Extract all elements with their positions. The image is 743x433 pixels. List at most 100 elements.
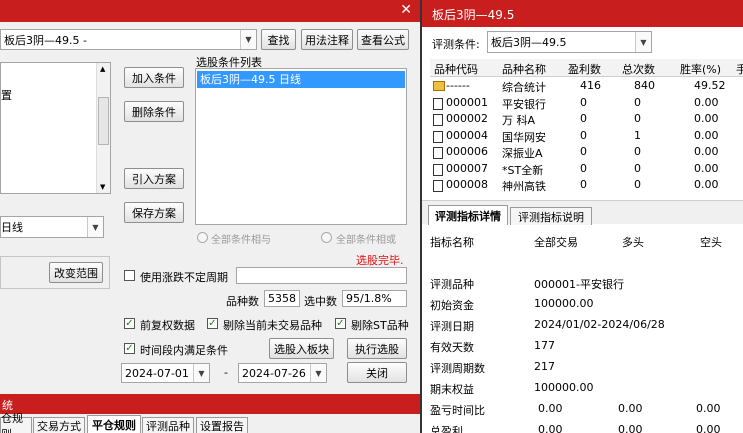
tab-report-settings[interactable]: 设置报告 — [196, 417, 248, 433]
row-name: 深振业A — [502, 147, 543, 160]
table-row[interactable]: 000001 平安银行 0 0 0.00 — [430, 96, 743, 114]
find-button[interactable]: 查找 — [261, 29, 296, 50]
stock-count-label: 品种数 — [226, 295, 259, 308]
selected-label: 选中数 — [304, 295, 337, 308]
bottom-window-titlebar: 统 — [0, 394, 422, 414]
table-row[interactable]: 000004 国华网安 0 1 0.00 — [430, 129, 743, 147]
row-rate: 0.00 — [694, 128, 719, 142]
list-item[interactable]: 板后3阴—49.5 日线 — [197, 71, 405, 88]
chevron-down-icon[interactable]: ▼ — [87, 217, 103, 237]
row-total: 0 — [634, 95, 641, 109]
detail-row: 评测日期 2024/01/02-2024/06/28 — [430, 318, 743, 336]
col-rate[interactable]: 胜率(%) — [680, 61, 721, 77]
stock-count-value: 5358 — [264, 290, 300, 307]
chevron-down-icon[interactable]: ▼ — [193, 364, 209, 382]
detail-col-long: 多头 — [622, 236, 644, 249]
view-formula-button[interactable]: 查看公式 — [357, 29, 409, 50]
chevron-down-icon[interactable]: ▼ — [240, 30, 256, 49]
radio-or-label: 全部条件相或 — [336, 235, 396, 246]
tab-close-rules[interactable]: 平仓规则 — [87, 415, 141, 433]
condition-select[interactable]: 板后3阴—49.5 ▼ — [487, 31, 652, 53]
document-icon — [433, 130, 443, 143]
condition-list[interactable]: 板后3阴—49.5 日线 — [195, 68, 407, 225]
document-icon — [433, 114, 443, 126]
detail-header: 指标名称 全部交易 多头 空头 — [430, 234, 743, 252]
row-code: 000008 — [446, 178, 488, 191]
close-icon[interactable]: ✕ — [400, 2, 412, 18]
tab-test-instruments[interactable]: 评测品种 — [142, 417, 194, 433]
condition-select-value: 板后3阴—49.5 — [491, 36, 567, 49]
left-window-titlebar: ✕ — [0, 0, 420, 22]
detail-all: 000001-平安银行 — [534, 278, 624, 291]
date-start-input[interactable]: 2024-07-01 ▼ — [121, 363, 210, 383]
row-profit: 0 — [580, 161, 587, 175]
col-more[interactable]: 手 — [736, 61, 743, 77]
detail-row: 评测周期数 217 — [430, 360, 743, 378]
formula-select[interactable]: 板后3阴—49.5 - ▼ — [0, 29, 257, 50]
row-total: 1 — [634, 128, 641, 142]
date-end-input[interactable]: 2024-07-26 ▼ — [238, 363, 327, 383]
import-scheme-button[interactable]: 引入方案 — [124, 168, 184, 189]
delete-condition-button[interactable]: 删除条件 — [124, 101, 184, 122]
radio-and[interactable] — [197, 232, 208, 243]
scroll-thumb[interactable] — [98, 97, 109, 145]
detail-short: 0.00 — [696, 423, 721, 433]
date-start-value: 2024-07-01 — [125, 366, 189, 380]
usage-notes-button[interactable]: 用法注释 — [301, 29, 353, 50]
chevron-down-icon[interactable]: ▼ — [635, 32, 651, 52]
detail-name: 总盈利 — [430, 425, 463, 433]
row-rate: 49.52 — [694, 79, 726, 92]
date-separator: - — [224, 366, 228, 379]
scroll-down-icon[interactable]: ▼ — [100, 183, 105, 191]
detail-all: 217 — [534, 360, 555, 373]
parameter-label: 置 — [1, 89, 12, 102]
table-row[interactable]: 000007 *ST全新 0 0 0.00 — [430, 162, 743, 180]
to-block-button[interactable]: 选股入板块 — [269, 338, 334, 359]
table-row[interactable]: 000002 万 科A 0 0 0.00 — [430, 112, 743, 130]
detail-name: 评测日期 — [430, 320, 474, 333]
detail-col-short: 空头 — [700, 236, 722, 249]
formula-select-value: 板后3阴—49.5 - — [4, 33, 87, 47]
table-row[interactable]: ------ 综合统计 416 840 49.52 — [430, 79, 743, 97]
table-row[interactable]: 000006 深振业A 0 0 0.00 — [430, 145, 743, 163]
tab-trade-mode[interactable]: 交易方式 — [33, 417, 85, 433]
col-code[interactable]: 品种代码 — [434, 61, 478, 77]
selected-value: 95/1.8% — [342, 290, 407, 307]
tab-metric-details[interactable]: 评测指标详情 — [428, 205, 508, 225]
col-name[interactable]: 品种名称 — [502, 61, 546, 77]
uncertain-period-input[interactable] — [236, 267, 407, 284]
tab-open-rules[interactable]: 仓规则 — [0, 412, 32, 433]
bottom-tab-strip: 仓规则 交易方式 平仓规则 评测品种 设置报告 — [0, 412, 422, 433]
change-range-button[interactable]: 改变范围 — [49, 262, 103, 283]
add-condition-button[interactable]: 加入条件 — [124, 67, 184, 88]
execute-button[interactable]: 执行选股 — [347, 338, 407, 359]
del-untraded-checkbox[interactable]: ✓ — [207, 318, 218, 329]
time-range-checkbox[interactable]: ✓ — [124, 343, 135, 354]
uncertain-period-checkbox[interactable] — [124, 270, 135, 281]
fq-checkbox[interactable]: ✓ — [124, 318, 135, 329]
close-button[interactable]: 关闭 — [347, 362, 407, 383]
row-name: 综合统计 — [502, 81, 546, 94]
scroll-up-icon[interactable]: ▲ — [100, 65, 105, 73]
del-st-label: 剔除ST品种 — [351, 319, 409, 332]
document-icon — [433, 147, 443, 159]
col-profit[interactable]: 盈利数 — [568, 61, 601, 77]
row-total: 840 — [634, 79, 655, 92]
detail-row: 总盈利 0.00 0.00 0.00 — [430, 423, 743, 433]
del-st-checkbox[interactable]: ✓ — [335, 318, 346, 329]
row-profit: 0 — [580, 145, 587, 158]
table-row[interactable]: 000008 神州高铁 0 0 0.00 — [430, 178, 743, 196]
save-scheme-button[interactable]: 保存方案 — [124, 202, 184, 223]
row-total: 0 — [634, 112, 641, 125]
tab-metric-description[interactable]: 评测指标说明 — [510, 207, 592, 225]
chevron-down-icon[interactable]: ▼ — [310, 364, 326, 382]
right-window-titlebar: 板后3阴—49.5 — [422, 0, 743, 27]
period-select[interactable]: 日线 ▼ — [0, 216, 104, 238]
right-window-title: 板后3阴—49.5 — [432, 8, 515, 22]
detail-row: 评测品种 000001-平安银行 — [430, 276, 743, 294]
col-total[interactable]: 总次数 — [622, 61, 655, 77]
parameter-panel: 置 ▲ ▼ — [0, 62, 111, 194]
radio-or[interactable] — [321, 232, 332, 243]
row-code: 000006 — [446, 145, 488, 158]
scrollbar[interactable]: ▲ ▼ — [96, 63, 110, 193]
